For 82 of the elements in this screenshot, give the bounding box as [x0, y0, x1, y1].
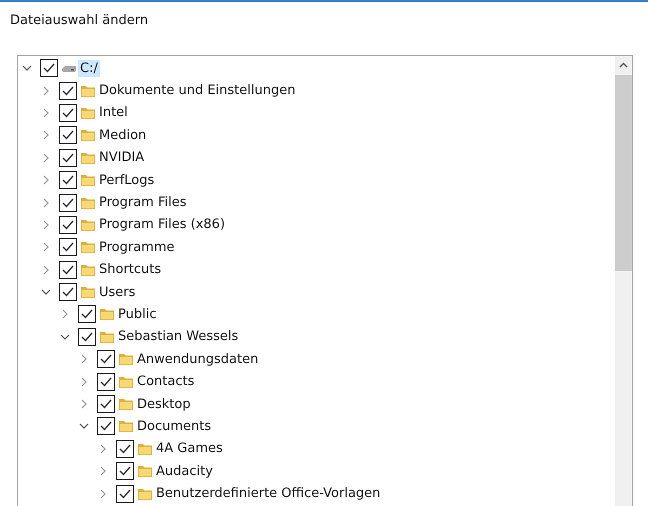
folder-icon	[118, 374, 134, 389]
checkbox[interactable]	[97, 395, 115, 414]
checkbox[interactable]	[59, 238, 77, 256]
folder-label[interactable]: Audacity	[154, 462, 215, 480]
folder-icon	[80, 150, 96, 165]
folder-label[interactable]: Documents	[135, 418, 214, 435]
folder-icon	[80, 106, 96, 120]
checkbox[interactable]	[78, 305, 96, 324]
folder-label[interactable]: Medion	[97, 126, 148, 144]
checkbox[interactable]	[59, 260, 77, 279]
checkbox[interactable]	[97, 417, 115, 436]
folder-label[interactable]: Shortcuts	[97, 261, 164, 278]
folder-icon	[80, 173, 96, 188]
folder-label[interactable]: NVIDIA	[97, 149, 146, 166]
folder-icon	[80, 196, 96, 210]
folder-label[interactable]: Sebastian Wessels	[116, 328, 240, 346]
expand-caret-icon[interactable]	[79, 376, 89, 387]
dialog-title: Dateiauswahl ändern	[10, 12, 150, 30]
expand-caret-icon[interactable]	[41, 108, 51, 118]
checkbox[interactable]	[116, 462, 134, 480]
folder-icon	[99, 307, 115, 322]
folder-icon	[80, 218, 96, 232]
expand-caret-icon[interactable]	[41, 198, 51, 208]
expand-caret-icon[interactable]	[41, 152, 51, 163]
checkbox[interactable]	[59, 283, 77, 302]
folder-icon	[137, 464, 153, 478]
folder-label[interactable]: C:/	[78, 60, 100, 77]
expand-caret-icon[interactable]	[41, 130, 51, 140]
checkbox[interactable]	[40, 59, 58, 78]
folder-label[interactable]: Users	[97, 284, 138, 301]
folder-icon	[80, 262, 96, 277]
folder-icon	[80, 84, 96, 98]
checkbox[interactable]	[116, 484, 134, 503]
checkbox[interactable]	[116, 440, 134, 458]
folder-label[interactable]: Programme	[97, 238, 177, 256]
checkbox[interactable]	[59, 171, 77, 190]
scrollbar[interactable]	[615, 56, 632, 506]
expand-caret-icon[interactable]	[41, 264, 51, 275]
checkbox[interactable]	[97, 372, 115, 391]
checkbox[interactable]	[78, 328, 96, 346]
folder-icon	[137, 486, 153, 501]
collapse-caret-icon[interactable]	[79, 421, 89, 432]
folder-label[interactable]: Anwendungsdaten	[135, 350, 260, 368]
folder-icon	[118, 419, 134, 434]
checkbox[interactable]	[97, 350, 115, 368]
folder-label[interactable]: Benutzerdefinierte Office-Vorlagen	[154, 485, 382, 502]
folder-label[interactable]: Program Files	[97, 194, 189, 212]
collapse-caret-icon[interactable]	[41, 287, 51, 298]
expand-caret-icon[interactable]	[41, 175, 51, 186]
folder-label[interactable]: Contacts	[135, 373, 196, 390]
checkbox[interactable]	[59, 104, 77, 122]
folder-label[interactable]: PerfLogs	[97, 172, 156, 189]
folder-label[interactable]: Desktop	[135, 396, 193, 413]
expand-caret-icon[interactable]	[41, 220, 51, 230]
folder-icon	[80, 285, 96, 300]
folder-icon	[118, 352, 134, 366]
scroll-thumb[interactable]	[615, 75, 632, 271]
folder-label[interactable]: Dokumente und Einstellungen	[97, 82, 298, 100]
folder-icon	[137, 442, 153, 456]
collapse-caret-icon[interactable]	[22, 63, 32, 74]
expand-caret-icon[interactable]	[60, 309, 70, 320]
checkbox[interactable]	[59, 216, 77, 234]
folder-label[interactable]: Public	[116, 306, 158, 323]
checkbox[interactable]	[59, 82, 77, 100]
folder-label[interactable]: Intel	[97, 104, 130, 122]
folder-label[interactable]: 4A Games	[154, 440, 225, 458]
folder-icon	[118, 397, 134, 412]
collapse-caret-icon[interactable]	[60, 332, 70, 342]
checkbox[interactable]	[59, 126, 77, 144]
expand-caret-icon[interactable]	[79, 354, 89, 364]
folder-icon	[80, 128, 96, 142]
expand-caret-icon[interactable]	[98, 466, 108, 476]
checkbox[interactable]	[59, 148, 77, 167]
folder-label[interactable]: Program Files (x86)	[97, 216, 228, 234]
folder-icon	[99, 330, 115, 344]
expand-caret-icon[interactable]	[41, 242, 51, 252]
folder-icon	[80, 240, 96, 254]
expand-caret-icon[interactable]	[98, 444, 108, 454]
expand-caret-icon[interactable]	[41, 86, 51, 96]
expand-caret-icon[interactable]	[79, 399, 89, 410]
checkbox[interactable]	[59, 194, 77, 212]
expand-caret-icon[interactable]	[98, 488, 108, 499]
